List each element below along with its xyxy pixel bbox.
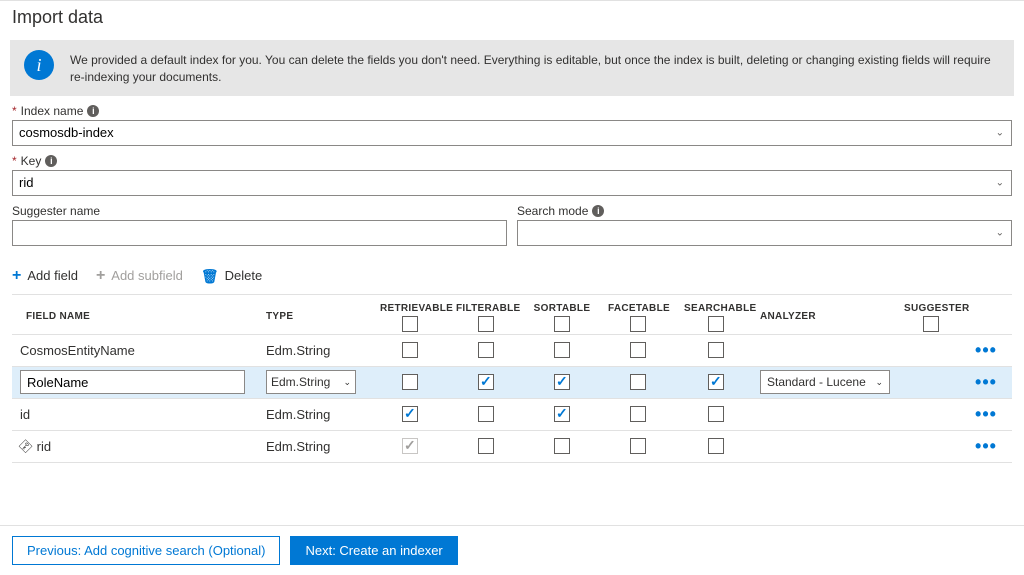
type-label: Edm.String — [262, 439, 372, 454]
key-label: * Key i — [12, 154, 1012, 168]
field-name-label: CosmosEntityName — [20, 343, 135, 358]
table-row[interactable]: CosmosEntityName Edm.String ••• — [12, 335, 1012, 367]
col-type: Type — [262, 305, 372, 324]
suggester-name-label: Suggester name — [12, 204, 507, 218]
checkbox[interactable] — [402, 316, 418, 332]
col-suggester[interactable]: Suggester — [896, 297, 966, 332]
info-banner: i We provided a default index for you. Y… — [10, 40, 1014, 96]
more-icon[interactable]: ••• — [966, 436, 1006, 457]
info-icon[interactable]: i — [87, 105, 99, 117]
searchable-checkbox[interactable] — [708, 438, 724, 454]
checkbox[interactable] — [554, 316, 570, 332]
retrievable-checkbox[interactable] — [402, 342, 418, 358]
filterable-checkbox[interactable] — [478, 406, 494, 422]
checkbox[interactable] — [478, 316, 494, 332]
more-icon[interactable]: ••• — [966, 404, 1006, 425]
analyzer-select[interactable]: Standard - Lucene⌄ — [760, 370, 890, 394]
suggester-name-input[interactable] — [12, 220, 507, 246]
facetable-checkbox[interactable] — [630, 438, 646, 454]
searchable-checkbox[interactable] — [708, 406, 724, 422]
more-icon[interactable]: ••• — [966, 372, 1006, 393]
checkbox[interactable] — [630, 316, 646, 332]
col-analyzer: Analyzer — [756, 305, 896, 324]
key-icon: ⚿ — [16, 436, 36, 456]
facetable-checkbox[interactable] — [630, 406, 646, 422]
add-subfield-button: + Add subfield — [96, 268, 183, 284]
type-label: Edm.String — [262, 407, 372, 422]
sortable-checkbox[interactable] — [554, 438, 570, 454]
type-label: Edm.String — [262, 343, 372, 358]
col-sortable[interactable]: Sortable — [524, 297, 600, 332]
chevron-down-icon: ⌄ — [875, 377, 883, 388]
plus-icon: + — [12, 268, 21, 284]
table-row[interactable]: id Edm.String ••• — [12, 399, 1012, 431]
table-row[interactable]: ⚿rid Edm.String ••• — [12, 431, 1012, 463]
col-field-name: Field Name — [12, 305, 262, 324]
key-input[interactable] — [12, 170, 1012, 196]
page-title: Import data — [0, 0, 1024, 32]
facetable-checkbox[interactable] — [630, 374, 646, 390]
searchable-checkbox[interactable] — [708, 342, 724, 358]
add-field-button[interactable]: + Add field — [12, 268, 78, 284]
col-facetable[interactable]: Facetable — [600, 297, 676, 332]
more-icon[interactable]: ••• — [966, 340, 1006, 361]
filterable-checkbox[interactable] — [478, 374, 494, 390]
next-button[interactable]: Next: Create an indexer — [290, 536, 457, 565]
trash-icon: 🗑 — [201, 269, 219, 283]
plus-icon: + — [96, 268, 105, 284]
sortable-checkbox[interactable] — [554, 374, 570, 390]
info-icon[interactable]: i — [45, 155, 57, 167]
checkbox[interactable] — [923, 316, 939, 332]
filterable-checkbox[interactable] — [478, 438, 494, 454]
type-select[interactable]: Edm.String⌄ — [266, 370, 356, 394]
col-searchable[interactable]: Searchable — [676, 297, 756, 332]
facetable-checkbox[interactable] — [630, 342, 646, 358]
chevron-down-icon: ⌄ — [343, 377, 351, 388]
fields-table: Field Name Type Retrievable Filterable S… — [12, 294, 1012, 463]
retrievable-checkbox[interactable] — [402, 406, 418, 422]
table-header: Field Name Type Retrievable Filterable S… — [12, 295, 1012, 335]
previous-button[interactable]: Previous: Add cognitive search (Optional… — [12, 536, 280, 565]
searchable-checkbox[interactable] — [708, 374, 724, 390]
index-name-label: * Index name i — [12, 104, 1012, 118]
field-name-label: id — [20, 407, 30, 422]
delete-button[interactable]: 🗑 Delete — [201, 268, 262, 283]
field-name-label: rid — [37, 439, 51, 454]
info-icon: i — [24, 50, 54, 80]
table-row[interactable]: Edm.String⌄ Standard - Lucene⌄ ••• — [12, 367, 1012, 399]
sortable-checkbox[interactable] — [554, 342, 570, 358]
search-mode-label: Search mode i — [517, 204, 1012, 218]
retrievable-checkbox[interactable] — [402, 374, 418, 390]
col-filterable[interactable]: Filterable — [448, 297, 524, 332]
index-name-input[interactable] — [12, 120, 1012, 146]
field-name-input[interactable] — [20, 370, 245, 394]
checkbox[interactable] — [708, 316, 724, 332]
sortable-checkbox[interactable] — [554, 406, 570, 422]
search-mode-input[interactable] — [517, 220, 1012, 246]
filterable-checkbox[interactable] — [478, 342, 494, 358]
info-icon[interactable]: i — [592, 205, 604, 217]
retrievable-checkbox — [402, 438, 418, 454]
col-retrievable[interactable]: Retrievable — [372, 297, 448, 332]
info-text: We provided a default index for you. You… — [70, 50, 1000, 86]
